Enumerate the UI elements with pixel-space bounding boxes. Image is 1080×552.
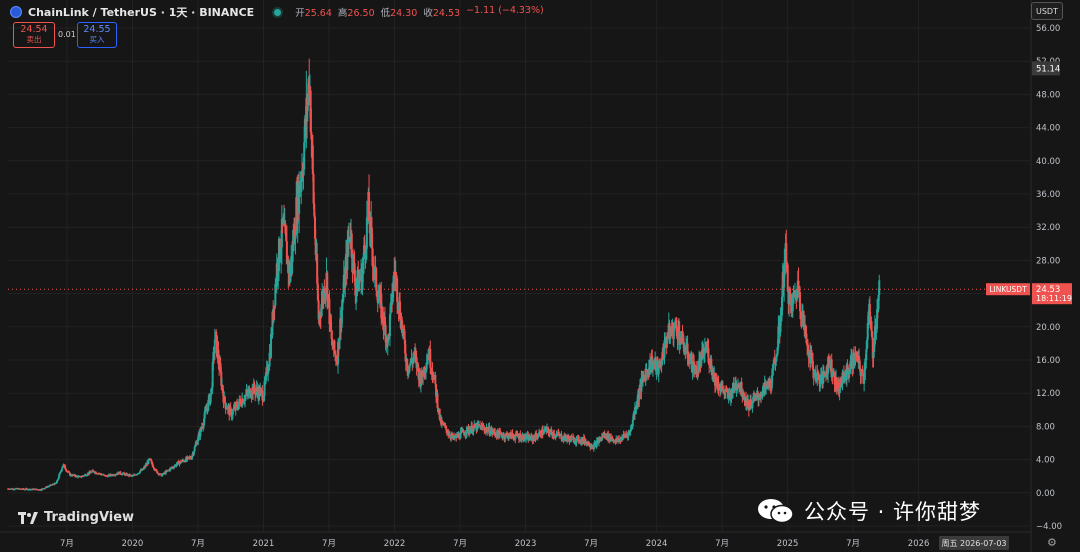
- tradingview-watermark: TradingView: [18, 510, 134, 525]
- price-tick-label: 8.00: [1036, 422, 1055, 432]
- time-tick-label: 2022: [384, 539, 406, 549]
- time-tick-label: 7月: [60, 539, 74, 549]
- price-tick-label: 28.00: [1036, 256, 1060, 266]
- candle-body: [805, 333, 808, 344]
- spread-value: 0.01: [58, 30, 76, 39]
- sell-button[interactable]: 24.54 卖出: [13, 22, 55, 48]
- buy-label: 买入: [89, 35, 105, 44]
- ohlc-close: 收24.53: [423, 8, 461, 19]
- wechat-overlay: 公众号 · 许你甜梦: [756, 496, 981, 526]
- symbol-title[interactable]: ChainLink / TetherUS · 1天 · BINANCE: [28, 4, 254, 20]
- price-tick-label: 20.00: [1036, 323, 1060, 333]
- candle-body: [441, 421, 444, 423]
- crosshair-date-label: 周五 2026-07-03: [939, 536, 1009, 550]
- time-tick-label: 2024: [646, 539, 668, 549]
- candle-body: [371, 248, 374, 267]
- ohlc-change: −1.11 (−4.33%): [466, 5, 544, 16]
- candle-body: [197, 435, 200, 442]
- tradingview-logo-icon: [18, 511, 38, 524]
- buy-price: 24.55: [83, 24, 111, 35]
- candle-body: [686, 343, 689, 358]
- price-chart[interactable]: 56.0052.0048.0044.0040.0036.0032.0028.00…: [0, 0, 1080, 552]
- candle-body: [193, 446, 196, 452]
- price-tick-label: 40.00: [1036, 157, 1060, 167]
- price-tick-label: 12.00: [1036, 389, 1060, 399]
- candle-body: [61, 468, 64, 471]
- candle-body: [231, 409, 234, 415]
- ohlc-low: 低24.30: [380, 8, 418, 19]
- price-tick-label: 44.00: [1036, 124, 1060, 134]
- candle-body: [94, 471, 97, 474]
- candle-body: [707, 348, 710, 363]
- candle-body: [425, 362, 428, 370]
- time-tick-label: 2025: [777, 539, 799, 549]
- candle-body: [663, 340, 666, 358]
- candle-body: [553, 433, 556, 437]
- candle-body: [786, 264, 789, 292]
- time-tick-label: 7月: [715, 539, 729, 549]
- time-tick-label: 2020: [122, 539, 144, 549]
- time-tick-label: 7月: [322, 539, 336, 549]
- candle-body: [878, 280, 881, 296]
- candle-body: [155, 469, 158, 471]
- candle-body: [223, 396, 226, 404]
- sell-price: 24.54: [20, 24, 48, 35]
- candle-body: [721, 385, 724, 390]
- time-tick-label: 7月: [584, 539, 598, 549]
- candle-body: [751, 403, 754, 409]
- candle-body: [284, 223, 287, 234]
- candle-body: [434, 374, 437, 385]
- candle-body: [638, 390, 641, 401]
- currency-selector[interactable]: USDT: [1031, 2, 1063, 20]
- candle-body: [58, 474, 61, 478]
- countdown-label: 18:11:19: [1036, 294, 1072, 303]
- time-tick-label: 2023: [515, 539, 537, 549]
- candle-body: [695, 365, 698, 370]
- price-tick-label: −4.00: [1036, 522, 1062, 532]
- wechat-icon: [756, 497, 796, 525]
- symbol-tag-text: LINKUSDT: [989, 285, 1027, 294]
- time-tick-label: 7月: [846, 539, 860, 549]
- price-tick-label: 16.00: [1036, 356, 1060, 366]
- symbol-header: ChainLink / TetherUS · 1天 · BINANCE 开25.…: [10, 4, 544, 20]
- price-tick-label: 36.00: [1036, 190, 1060, 200]
- price-tick-label: 56.00: [1036, 24, 1060, 34]
- ohlc-open: 开25.64: [295, 8, 332, 19]
- ohlc-values: 开25.64 高26.50 低24.30 收24.53 −1.11 (−4.33…: [295, 5, 544, 19]
- last-label-price: 51.14: [1036, 64, 1060, 74]
- candle-body: [161, 474, 164, 477]
- candle-body: [863, 380, 866, 384]
- candle-body: [55, 482, 58, 484]
- sell-label: 卖出: [26, 35, 42, 44]
- candle-body: [215, 331, 218, 336]
- price-tick-label: 4.00: [1036, 456, 1055, 466]
- candle-body: [213, 339, 216, 354]
- price-tick-label: 0.00: [1036, 489, 1055, 499]
- ohlc-high: 高26.50: [337, 8, 375, 19]
- buy-button[interactable]: 24.55 买入: [77, 22, 117, 48]
- settings-gear-icon[interactable]: ⚙: [1047, 536, 1057, 549]
- price-tick-label: 32.00: [1036, 223, 1060, 233]
- time-tick-label: 2021: [253, 539, 275, 549]
- candle-body: [445, 425, 448, 430]
- time-tick-label: 2026: [908, 539, 930, 549]
- chainlink-logo-icon: [10, 6, 22, 18]
- market-open-icon: [274, 8, 282, 16]
- chart-window: 56.0052.0048.0044.0040.0036.0032.0028.00…: [0, 0, 1080, 552]
- candle-body: [80, 476, 83, 478]
- time-tick-label: 7月: [191, 539, 205, 549]
- candle-body: [333, 340, 336, 352]
- wechat-account-text: 公众号 · 许你甜梦: [804, 500, 982, 524]
- time-tick-label: 7月: [453, 539, 467, 549]
- candle-body: [548, 432, 551, 435]
- candle-body: [311, 145, 314, 175]
- candle-body: [644, 371, 647, 381]
- watermark-text: TradingView: [44, 510, 135, 525]
- price-tick-label: 48.00: [1036, 90, 1060, 100]
